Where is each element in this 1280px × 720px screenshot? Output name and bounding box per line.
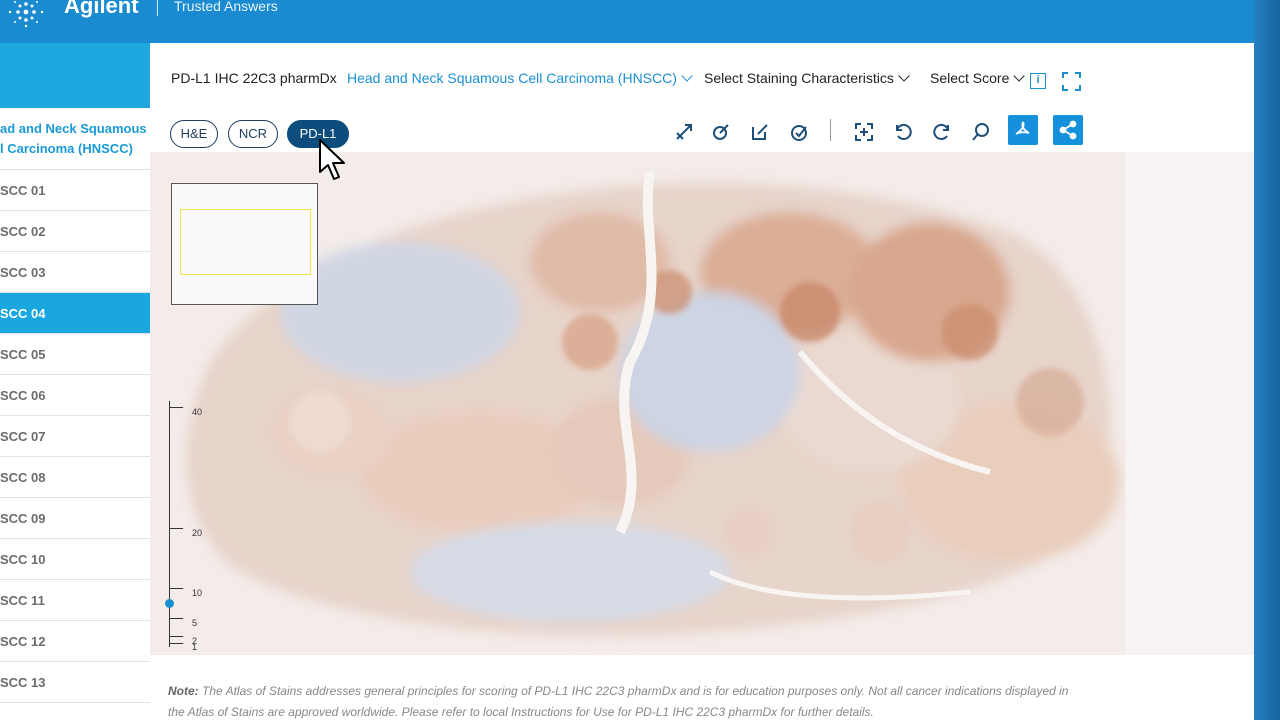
sidebar-item-scc-05[interactable]: SCC 05 <box>0 334 150 375</box>
brand-divider <box>157 0 158 16</box>
zoom-label-1: 1 <box>192 642 198 652</box>
note-label: Note: <box>168 684 199 698</box>
zoom-slider-handle[interactable] <box>165 599 174 608</box>
rotate-right-icon[interactable] <box>928 118 956 146</box>
edit-square-icon[interactable] <box>746 118 774 146</box>
viewport-indicator[interactable] <box>180 209 311 275</box>
rotate-left-icon[interactable] <box>889 118 917 146</box>
zoom-tick <box>169 618 183 619</box>
zoom-tick <box>169 636 183 637</box>
assay-title: PD-L1 IHC 22C3 pharmDx <box>171 70 337 86</box>
indication-dropdown[interactable]: Head and Neck Squamous Cell Carcinoma (H… <box>347 69 693 86</box>
score-dropdown-label: Select Score <box>930 70 1010 86</box>
zoom-scale-track[interactable] <box>169 401 170 647</box>
sidebar-header <box>0 43 150 108</box>
toolbar-divider <box>830 119 831 141</box>
pdf-icon[interactable] <box>1008 115 1038 145</box>
sidebar-category[interactable]: ad and Neck Squamous l Carcinoma (HNSCC) <box>0 108 150 170</box>
sidebar-item-scc-09[interactable]: SCC 09 <box>0 498 150 539</box>
chevron-down-icon <box>1013 69 1026 82</box>
note-text: The Atlas of Stains addresses general pr… <box>168 684 1069 719</box>
slide-viewer[interactable]: 40 20 10 5 2 1 <box>150 152 1125 655</box>
zoom-tick <box>169 588 183 589</box>
fit-screen-icon[interactable] <box>850 118 878 146</box>
staining-dropdown[interactable]: Select Staining Characteristics <box>704 69 910 86</box>
main-panel: PD-L1 IHC 22C3 pharmDx Head and Neck Squ… <box>150 43 1254 720</box>
zoom-tick <box>169 528 183 529</box>
edit-circle-icon[interactable] <box>707 118 735 146</box>
indication-dropdown-label: Head and Neck Squamous Cell Carcinoma (H… <box>347 70 677 86</box>
sidebar-item-scc-08[interactable]: SCC 08 <box>0 457 150 498</box>
sidebar-item-scc-04[interactable]: SCC 04 <box>0 293 150 334</box>
sidebar-item-scc-10[interactable]: SCC 10 <box>0 539 150 580</box>
sidebar-category-line-1: ad and Neck Squamous <box>0 121 147 136</box>
staining-dropdown-label: Select Staining Characteristics <box>704 70 894 86</box>
zoom-label-5: 5 <box>192 618 198 628</box>
sidebar-item-scc-06[interactable]: SCC 06 <box>0 375 150 416</box>
brand-name: Agilent <box>64 0 139 18</box>
chevron-down-icon <box>681 69 693 82</box>
sidebar: ad and Neck Squamous l Carcinoma (HNSCC)… <box>0 43 150 720</box>
sidebar-item-scc-11[interactable]: SCC 11 <box>0 580 150 621</box>
zoom-label-40: 40 <box>192 407 203 417</box>
window-edge <box>1254 0 1280 720</box>
score-dropdown[interactable]: Select Score <box>930 69 1026 86</box>
agilent-spark-logo-icon <box>8 1 44 28</box>
sidebar-item-scc-12[interactable]: SCC 12 <box>0 621 150 662</box>
info-icon[interactable]: i <box>1030 73 1046 89</box>
edit-check-icon[interactable] <box>785 118 813 146</box>
draw-line-icon[interactable] <box>670 118 698 146</box>
top-banner: Agilent Trusted Answers <box>0 0 1254 43</box>
sidebar-item-scc-07[interactable]: SCC 07 <box>0 416 150 457</box>
zoom-label-10: 10 <box>192 588 203 598</box>
share-icon[interactable] <box>1053 115 1083 145</box>
sidebar-category-line-2: l Carcinoma (HNSCC) <box>0 141 133 156</box>
zoom-label-20: 20 <box>192 528 203 538</box>
chevron-down-icon <box>898 69 910 82</box>
stain-pill-he[interactable]: H&E <box>170 120 218 148</box>
fullscreen-icon[interactable] <box>1062 72 1081 91</box>
viewer-margin <box>1125 152 1254 655</box>
disclaimer-note: Note: The Atlas of Stains addresses gene… <box>168 681 1088 720</box>
sidebar-item-scc-03[interactable]: SCC 03 <box>0 252 150 293</box>
zoom-tick <box>169 407 183 408</box>
stain-pill-ncr[interactable]: NCR <box>228 120 278 148</box>
brand-tagline: Trusted Answers <box>174 0 278 14</box>
mouse-pointer-icon <box>319 139 345 180</box>
slide-overview-thumbnail[interactable] <box>171 183 318 305</box>
zoom-tick <box>169 643 183 644</box>
search-zoom-icon[interactable] <box>967 118 995 146</box>
sidebar-case-list: SCC 01 SCC 02 SCC 03 SCC 04 SCC 05 SCC 06 SCC … <box>0 170 150 703</box>
sidebar-item-scc-13[interactable]: SCC 13 <box>0 662 150 703</box>
sidebar-item-scc-02[interactable]: SCC 02 <box>0 211 150 252</box>
sidebar-item-scc-01[interactable]: SCC 01 <box>0 170 150 211</box>
